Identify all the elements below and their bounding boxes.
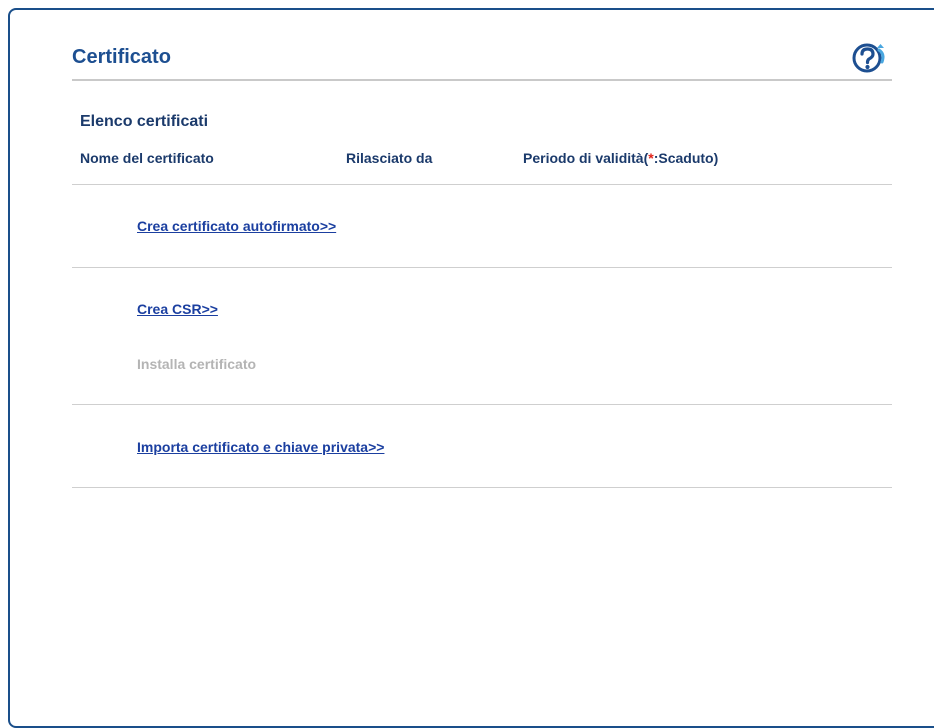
column-header-certificate-name: Nome del certificato — [80, 150, 214, 166]
column-header-validity-period: Periodo di validità(*:Scaduto) — [523, 150, 718, 166]
create-self-signed-certificate-link[interactable]: Crea certificato autofirmato>> — [137, 218, 336, 234]
title-divider — [72, 79, 892, 81]
section-divider — [72, 487, 892, 488]
import-certificate-and-private-key-link[interactable]: Importa certificato e chiave privata>> — [137, 439, 384, 455]
page-title: Certificato — [72, 46, 171, 68]
certificate-list-title: Elenco certificati — [80, 113, 209, 130]
install-certificate-label: Installa certificato — [137, 356, 257, 372]
validity-label: Periodo di validità( — [523, 150, 649, 166]
column-header-issued-by: Rilasciato da — [346, 150, 433, 166]
section-divider — [72, 404, 892, 405]
expired-label: :Scaduto) — [653, 150, 719, 166]
help-question-icon[interactable] — [851, 42, 887, 74]
section-divider — [72, 267, 892, 268]
create-csr-link[interactable]: Crea CSR>> — [137, 301, 218, 317]
list-divider — [72, 184, 892, 185]
